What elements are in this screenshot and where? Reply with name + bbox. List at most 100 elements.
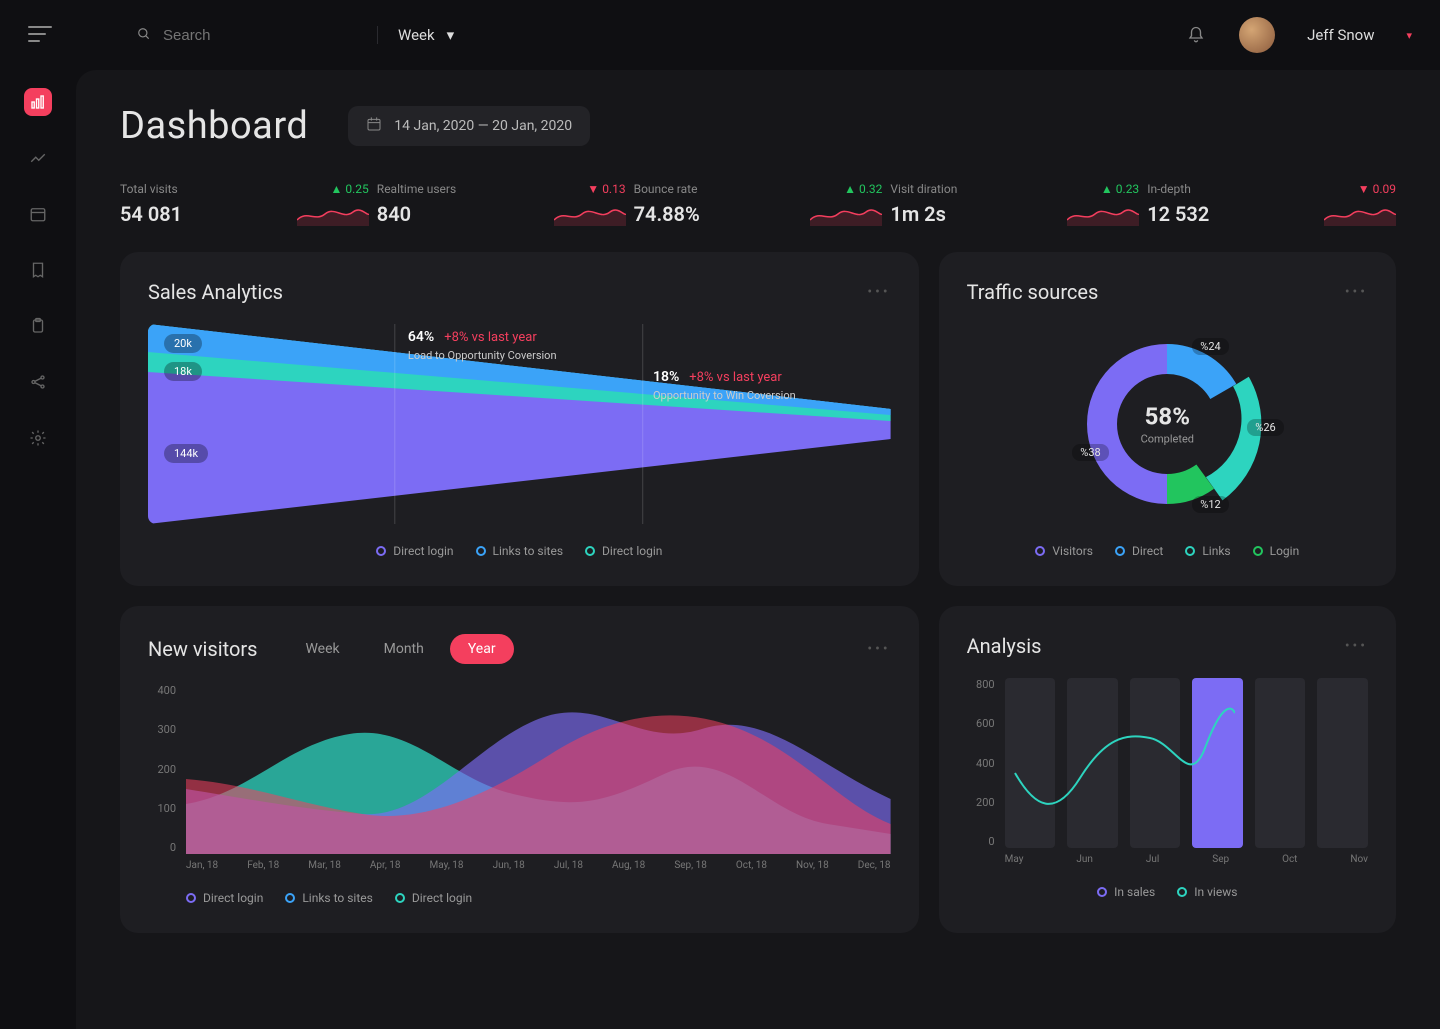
analysis-bar [1317,678,1368,848]
donut-slice-label: %26 [1247,419,1283,436]
legend-item: Visitors [1035,544,1093,558]
tab-month[interactable]: Month [366,634,442,664]
traffic-donut-chart: 58% Completed %24 %26 %12 %38 [1062,324,1272,524]
nav-dashboard[interactable] [24,88,52,116]
stat-card: In-depth ▼0.09 12 532 [1147,182,1396,226]
conversion-pct: 18% [653,369,679,385]
legend-item: Links to sites [285,891,372,905]
hamburger-icon[interactable] [28,26,52,44]
sales-funnel-chart: 20k 18k 144k 64% +8% vs last year Load t… [148,324,891,524]
stat-card: Realtime users ▼0.13 840 [377,182,626,226]
legend-label: Links to sites [493,544,563,558]
nav-clipboard[interactable] [24,312,52,340]
search-input[interactable] [163,27,323,44]
conversion-sub: Opportunity to Win Coversion [653,389,796,402]
donut-center-label: Completed [1141,433,1194,446]
donut-slice-label: %12 [1192,496,1228,513]
axis-tick: 0 [967,835,995,848]
stat-value: 1m 2s [890,202,945,226]
axis-tick: Dec, 18 [858,860,891,871]
arrow-icon: ▼ [1358,182,1370,196]
bell-icon[interactable] [1187,26,1205,44]
axis-tick: 300 [148,723,176,736]
traffic-sources-card: Traffic sources ••• 58% Compl [939,252,1396,586]
user-name: Jeff Snow [1307,26,1374,44]
funnel-pill: 18k [164,362,202,381]
legend-label: Direct login [203,891,263,905]
axis-tick: 200 [967,796,995,809]
legend-label: Links [1202,544,1230,558]
stat-delta: ▲0.32 [844,182,882,196]
card-title: Traffic sources [967,280,1099,304]
card-title: New visitors [148,637,257,661]
card-menu-icon[interactable]: ••• [1345,638,1368,654]
axis-tick: Jul, 18 [554,860,583,871]
analysis-bar [1005,678,1056,848]
tab-week[interactable]: Week [287,634,357,664]
axis-tick: Jun, 18 [493,860,525,871]
axis-tick: Jul [1146,854,1159,865]
legend-label: In sales [1114,885,1155,899]
stat-label: Realtime users [377,182,456,196]
donut-slice-label: %38 [1072,444,1108,461]
stat-label: Visit diration [890,182,957,196]
legend-dot-icon [1177,887,1187,897]
stat-delta: ▲0.23 [1101,182,1139,196]
legend-item: Links to sites [476,544,563,558]
axis-tick: May [1005,854,1024,865]
analysis-card: Analysis ••• 8006004002000 MayJunJulSepO… [939,606,1396,933]
legend-item: Direct login [376,544,453,558]
arrow-icon: ▲ [331,182,343,196]
chevron-down-icon: ▾ [447,26,455,44]
analysis-bar [1067,678,1118,848]
legend-item: Direct login [186,891,263,905]
calendar-icon [366,116,382,136]
stat-card: Bounce rate ▲0.32 74.88% [634,182,883,226]
legend-label: Links to sites [302,891,372,905]
arrow-icon: ▼ [587,182,599,196]
stat-card: Visit diration ▲0.23 1m 2s [890,182,1139,226]
conversion-sub: Load to Opportunity Coversion [408,349,557,362]
nav-calendar[interactable] [24,200,52,228]
date-range-picker[interactable]: 14 Jan, 2020 — 20 Jan, 2020 [348,106,590,146]
legend-label: Login [1270,544,1300,558]
visitors-area-chart [186,684,891,854]
search-icon [137,26,151,45]
funnel-pill: 144k [164,444,208,463]
axis-tick: 400 [967,757,995,770]
nav-receipt[interactable] [24,256,52,284]
stat-value: 74.88% [634,202,700,226]
axis-tick: 0 [148,841,176,854]
legend-dot-icon [376,546,386,556]
legend-item: Direct login [585,544,662,558]
analysis-bar [1130,678,1181,848]
card-menu-icon[interactable]: ••• [1345,284,1368,300]
funnel-pill: 20k [164,334,202,353]
nav-analytics[interactable] [24,144,52,172]
legend-dot-icon [1097,887,1107,897]
nav-settings[interactable] [24,424,52,452]
tab-year[interactable]: Year [450,634,514,664]
legend-item: Direct login [395,891,472,905]
legend-label: In views [1194,885,1237,899]
axis-tick: 400 [148,684,176,697]
legend-label: Direct login [393,544,453,558]
nav-share[interactable] [24,368,52,396]
axis-tick: Sep, 18 [674,860,707,871]
legend-label: Direct [1132,544,1163,558]
period-selector[interactable]: Week ▾ [377,26,454,44]
period-label: Week [398,26,435,44]
conversion-pct: 64% [408,329,434,345]
axis-tick: 600 [967,717,995,730]
user-menu-chevron-icon[interactable]: ▾ [1406,29,1412,42]
card-menu-icon[interactable]: ••• [867,641,890,657]
axis-tick: 100 [148,802,176,815]
card-title: Sales Analytics [148,280,283,304]
sales-analytics-card: Sales Analytics ••• 20k 18k 144k [120,252,919,586]
legend-dot-icon [1185,546,1195,556]
axis-tick: Jun [1076,854,1093,865]
conversion-vs: +8% vs last year [444,330,537,345]
avatar[interactable] [1239,17,1275,53]
card-menu-icon[interactable]: ••• [867,284,890,300]
stat-label: In-depth [1147,182,1191,196]
